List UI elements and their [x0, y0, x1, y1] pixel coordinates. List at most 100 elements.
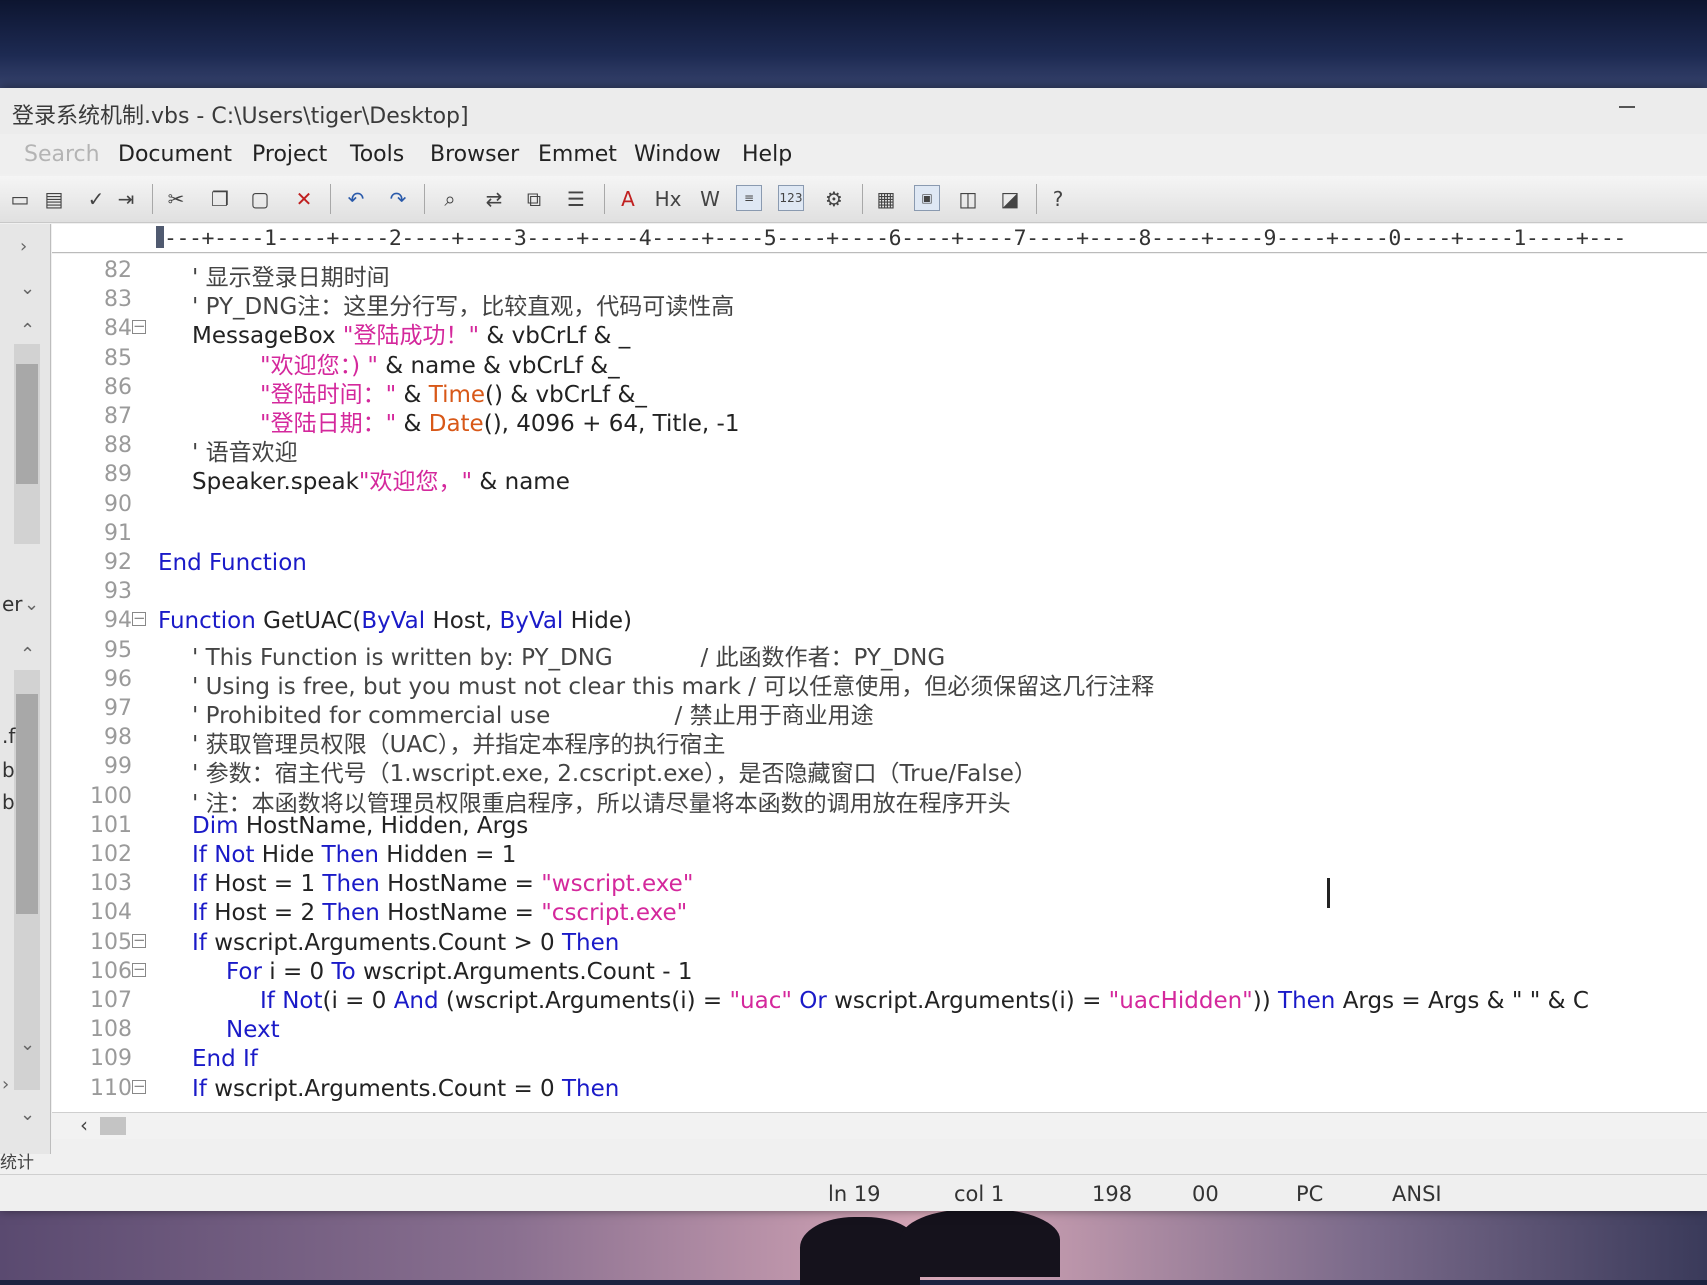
fold-toggle-icon[interactable]: − [132, 319, 146, 335]
find-in-files-icon[interactable]: ⧉ [520, 185, 548, 213]
code-editor[interactable]: 82 ' 显示登录日期时间 83 ' PY_DNG注：这里分行写，比较直观，代码可读性… [52, 254, 1707, 1112]
find-icon[interactable]: ⌕ [436, 185, 464, 213]
code-line[interactable]: 94− Function GetUAC(ByVal Host, ByVal Hid… [52, 608, 1707, 637]
chevron-right-icon[interactable]: › [2, 1074, 9, 1095]
code-token: ByVal [499, 608, 564, 635]
fold-toggle-icon[interactable]: − [132, 611, 146, 627]
menu-search[interactable]: Search [24, 142, 100, 167]
code-text: Dim HostName, Hidden, Args [192, 813, 528, 839]
paste-icon[interactable]: ▢ [246, 185, 274, 213]
horizontal-scrollbar[interactable]: ‹ [52, 1112, 1707, 1139]
code-line[interactable]: 84− MessageBox "登陆成功！" & vbCrLf & _ [52, 316, 1707, 349]
code-text: If Host = 2 Then HostName = "cscript.exe… [192, 900, 687, 926]
undo-icon[interactable]: ↶ [342, 185, 370, 213]
font-icon[interactable]: A [614, 185, 642, 213]
code-line[interactable]: 104 If Host = 2 Then HostName = "cscript.… [52, 900, 1707, 929]
code-token: If Not [260, 988, 323, 1014]
line-number: 93 [104, 579, 132, 605]
menu-tools[interactable]: Tools [350, 142, 404, 167]
chevron-up-icon[interactable]: ⌃ [20, 644, 35, 665]
chevron-down-icon[interactable]: ⌄ [20, 1104, 35, 1125]
delete-icon[interactable]: ✕ [290, 185, 318, 213]
output-window-icon[interactable]: ◪ [996, 185, 1024, 213]
file-tab[interactable]: 统计 [0, 1148, 34, 1173]
menu-document[interactable]: Document [118, 142, 232, 167]
line-numbers-icon[interactable]: ≡ [736, 185, 762, 211]
code-line[interactable]: 98 ' 获取管理员权限（UAC），并指定本程序的执行宿主 [52, 725, 1707, 758]
code-line[interactable]: 83 ' PY_DNG注：这里分行写，比较直观，代码可读性高 [52, 287, 1707, 320]
line-number: 98 [104, 725, 132, 751]
code-token: wscript.Arguments.Count > 0 [206, 929, 562, 956]
code-line[interactable]: 100 ' 注：本函数将以管理员权限重启程序，所以请尽量将本函数的调用放在程序开头 [52, 784, 1707, 817]
code-line[interactable]: 106− For i = 0 To wscript.Arguments.Count… [52, 959, 1707, 988]
code-line[interactable]: 86 "登陆时间：" & Time() & vbCrLf &_ [52, 374, 1707, 408]
code-line[interactable]: 93 [52, 579, 1707, 608]
chevron-down-icon[interactable]: ⌄ [20, 278, 35, 299]
code-line[interactable]: 105− If wscript.Arguments.Count > 0 Then [52, 930, 1707, 959]
code-line[interactable]: 87 "登陆日期：" & Date(), 4096 + 64, Title, -1 [52, 404, 1707, 437]
code-line[interactable]: 99 ' 参数：宿主代号（1.wscript.exe, 2.cscript.exe… [52, 754, 1707, 787]
line-number: 90 [104, 491, 132, 517]
chevron-down-icon[interactable]: ⌄ [20, 1034, 35, 1055]
code-line[interactable]: 110− If wscript.Arguments.Count = 0 Then [52, 1076, 1707, 1105]
scroll-left-icon[interactable]: ‹ [80, 1113, 88, 1137]
code-line[interactable]: 108 Next [52, 1017, 1707, 1046]
settings-icon[interactable]: ⚙ [820, 185, 848, 213]
copy-icon[interactable]: ❐ [206, 185, 234, 213]
code-token: Host = 1 [206, 871, 323, 898]
clip-library-icon[interactable]: ◫ [954, 185, 982, 213]
menu-project[interactable]: Project [252, 142, 327, 167]
code-line[interactable]: 82 ' 显示登录日期时间 [52, 258, 1707, 291]
code-token: Host, [425, 608, 500, 635]
hex-icon[interactable]: Hx [654, 185, 682, 213]
word-wrap-icon[interactable]: W [696, 185, 724, 213]
code-line[interactable]: 95 ' This Function is written by: PY_DNG … [52, 638, 1707, 671]
line-number: 86 [104, 374, 132, 400]
fold-toggle-icon[interactable]: − [132, 932, 146, 948]
insert-icon[interactable]: ⇥ [112, 185, 140, 213]
panel-scrollbar-thumb[interactable] [16, 694, 38, 914]
column-ruler-icon[interactable]: 123 [778, 185, 804, 211]
chevron-down-icon[interactable]: ⌄ [24, 594, 39, 615]
code-line[interactable]: 96 ' Using is free, but you must not clea… [52, 667, 1707, 700]
menu-window[interactable]: Window [634, 142, 721, 167]
print-preview-icon[interactable]: ▤ [40, 185, 68, 213]
fold-toggle-icon[interactable]: − [132, 1078, 146, 1094]
goto-line-icon[interactable]: ☰ [562, 185, 590, 213]
status-column: col 1 [954, 1182, 1005, 1206]
code-line[interactable]: 85 "欢迎您：) " & name & vbCrLf &_ [52, 346, 1707, 379]
code-line[interactable]: 107 If Not(i = 0 And (wscript.Arguments(i… [52, 988, 1707, 1017]
replace-icon[interactable]: ⇄ [480, 185, 508, 213]
code-line[interactable]: 109 End If [52, 1046, 1707, 1075]
desktop-background-top [0, 0, 1707, 92]
code-line[interactable]: 89 Speaker.speak"欢迎您，" & name [52, 462, 1707, 495]
directory-list-icon[interactable]: ▣ [914, 185, 940, 211]
code-token: Then [561, 1075, 620, 1102]
fold-toggle-icon[interactable]: − [132, 961, 146, 977]
toolbar-separator [152, 184, 153, 214]
minimize-button[interactable] [1619, 106, 1635, 108]
cut-icon[interactable]: ✂ [162, 185, 190, 213]
spellcheck-icon[interactable]: ✓ [82, 185, 110, 213]
code-line[interactable]: 103 If Host = 1 Then HostName = "wscript.… [52, 871, 1707, 900]
code-line[interactable]: 91 [52, 521, 1707, 550]
print-icon[interactable]: ▭ [6, 185, 34, 213]
menu-emmet[interactable]: Emmet [538, 142, 617, 167]
code-line[interactable]: 88 ' 语音欢迎 [52, 433, 1707, 466]
code-line[interactable]: 102 If Not Hide Then Hidden = 1 [52, 842, 1707, 871]
chevron-up-icon[interactable]: ⌃ [20, 320, 35, 341]
code-line[interactable]: 97 ' Prohibited for commercial use / 禁止用于… [52, 696, 1707, 729]
menu-browser[interactable]: Browser [430, 142, 519, 167]
code-line[interactable]: 90 [52, 492, 1707, 521]
code-line[interactable]: 101 Dim HostName, Hidden, Args [52, 813, 1707, 842]
chevron-right-icon[interactable]: › [20, 236, 27, 257]
panel-scrollbar-thumb[interactable] [16, 364, 38, 484]
menu-help[interactable]: Help [742, 142, 792, 167]
code-line[interactable]: 92 End Function [52, 550, 1707, 579]
redo-icon[interactable]: ↷ [384, 185, 412, 213]
toolbar: ▭ ▤ ✓ ⇥ ✂ ❐ ▢ ✕ ↶ ↷ ⌕ ⇄ ⧉ ☰ A Hx W ≡ 123… [0, 176, 1707, 223]
horizontal-scrollbar-thumb[interactable] [100, 1117, 126, 1135]
document-list-icon[interactable]: ▦ [872, 185, 900, 213]
code-token: Dim [192, 812, 239, 839]
help-icon[interactable]: ? [1044, 185, 1072, 213]
